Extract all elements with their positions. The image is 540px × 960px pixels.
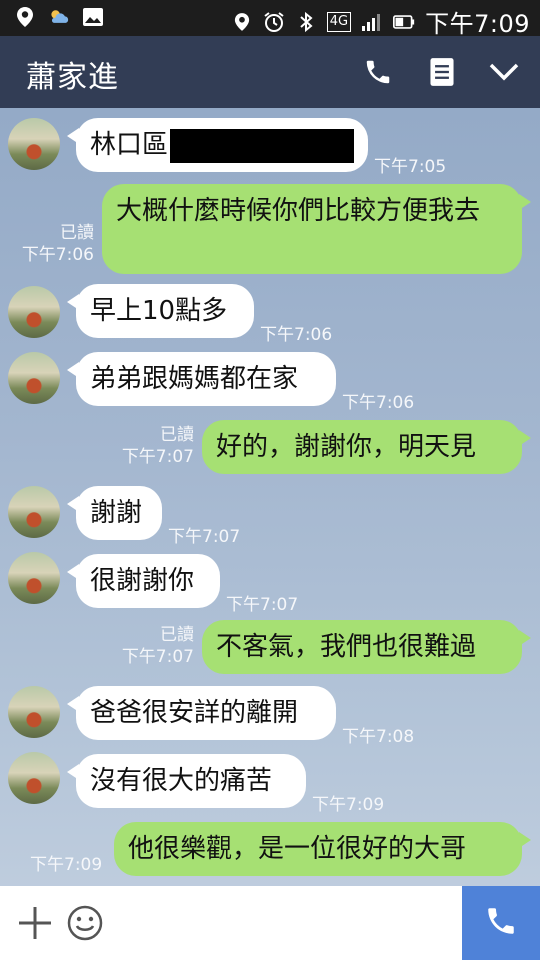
message-time: 下午7:08 bbox=[342, 727, 415, 747]
message-text: 大概什麼時候你們比較方便我去 bbox=[116, 196, 481, 226]
read-receipt: 已讀 下午7:07 bbox=[112, 624, 194, 668]
avatar[interactable] bbox=[8, 118, 60, 170]
message-bubble[interactable]: 他很樂觀，是一位很好的大哥 bbox=[114, 822, 531, 876]
location-icon bbox=[231, 11, 253, 33]
alarm-icon bbox=[263, 11, 285, 33]
image-icon bbox=[82, 6, 104, 28]
message-time: 下午7:06 bbox=[260, 325, 333, 345]
avatar[interactable] bbox=[8, 486, 60, 538]
input-bar bbox=[0, 886, 540, 960]
message-time: 下午7:07 bbox=[226, 595, 299, 615]
signal-icon bbox=[361, 11, 383, 33]
message-bubble[interactable]: 爸爸很安詳的離開 bbox=[67, 686, 336, 740]
message-bubble[interactable]: 不客氣，我們也很難過 bbox=[202, 620, 531, 674]
avatar[interactable] bbox=[8, 686, 60, 738]
message-bubble[interactable]: 早上10點多 bbox=[67, 284, 254, 338]
chevron-down-icon[interactable] bbox=[486, 54, 522, 90]
avatar[interactable] bbox=[8, 286, 60, 338]
read-label: 已讀 bbox=[160, 425, 194, 445]
message-time: 下午7:09 bbox=[312, 795, 385, 815]
call-icon bbox=[484, 904, 518, 942]
message-text: 他很樂觀，是一位很好的大哥 bbox=[128, 834, 467, 864]
read-label: 已讀 bbox=[60, 223, 94, 243]
chat-header: 蕭家進 bbox=[0, 36, 540, 108]
message-time: 下午7:06 bbox=[21, 245, 94, 265]
read-label: 已讀 bbox=[160, 625, 194, 645]
call-button[interactable] bbox=[462, 886, 540, 960]
message-text: 弟弟跟媽媽都在家 bbox=[90, 364, 299, 394]
avatar[interactable] bbox=[8, 352, 60, 404]
redaction-block bbox=[170, 128, 355, 163]
avatar[interactable] bbox=[8, 552, 60, 604]
message-bubble[interactable]: 大概什麼時候你們比較方便我去 bbox=[102, 184, 531, 274]
message-text: 不客氣，我們也很難過 bbox=[216, 632, 477, 662]
message-time: 下午7:05 bbox=[374, 157, 447, 177]
location-icon bbox=[14, 6, 36, 28]
message-text: 早上10點多 bbox=[90, 296, 228, 326]
message-text: 好的，謝謝你，明天見 bbox=[216, 432, 477, 462]
message-bubble[interactable]: 林口區 bbox=[67, 118, 368, 172]
read-receipt: 已讀 下午7:06 bbox=[16, 222, 94, 266]
status-bar: 4G 下午7:09 bbox=[0, 0, 540, 38]
status-time: 下午7:09 bbox=[425, 10, 530, 38]
message-text: 沒有很大的痛苦 bbox=[90, 766, 273, 796]
message-bubble[interactable]: 謝謝 bbox=[67, 486, 162, 540]
phone-icon[interactable] bbox=[360, 54, 396, 90]
message-bubble[interactable]: 弟弟跟媽媽都在家 bbox=[67, 352, 336, 406]
network-type: 4G bbox=[326, 11, 352, 32]
message-text: 很謝謝你 bbox=[90, 566, 195, 596]
message-bubble[interactable]: 很謝謝你 bbox=[67, 554, 220, 608]
weather-icon bbox=[48, 6, 70, 28]
menu-icon[interactable] bbox=[424, 54, 460, 90]
message-text: 謝謝 bbox=[90, 498, 143, 528]
avatar[interactable] bbox=[8, 752, 60, 804]
chat-area[interactable]: 林口區 下午7:05 大概什麼時候你們比較方便我去 已讀 下午7:06 早上10… bbox=[0, 108, 540, 886]
message-time: 下午7:09 bbox=[30, 855, 103, 875]
plus-icon[interactable] bbox=[16, 904, 54, 942]
message-bubble[interactable]: 沒有很大的痛苦 bbox=[67, 754, 306, 808]
message-time: 下午7:07 bbox=[168, 527, 241, 547]
message-time: 下午7:07 bbox=[121, 647, 194, 667]
bluetooth-icon bbox=[295, 11, 317, 33]
message-text: 林口區 bbox=[90, 130, 169, 160]
message-time: 下午7:06 bbox=[342, 393, 415, 413]
battery-icon bbox=[393, 11, 415, 33]
message-bubble[interactable]: 好的，謝謝你，明天見 bbox=[202, 420, 531, 474]
emoji-icon[interactable] bbox=[66, 904, 104, 942]
read-receipt: 已讀 下午7:07 bbox=[112, 424, 194, 468]
message-text: 爸爸很安詳的離開 bbox=[90, 698, 299, 728]
message-time: 下午7:07 bbox=[121, 447, 194, 467]
contact-name: 蕭家進 bbox=[26, 60, 119, 95]
